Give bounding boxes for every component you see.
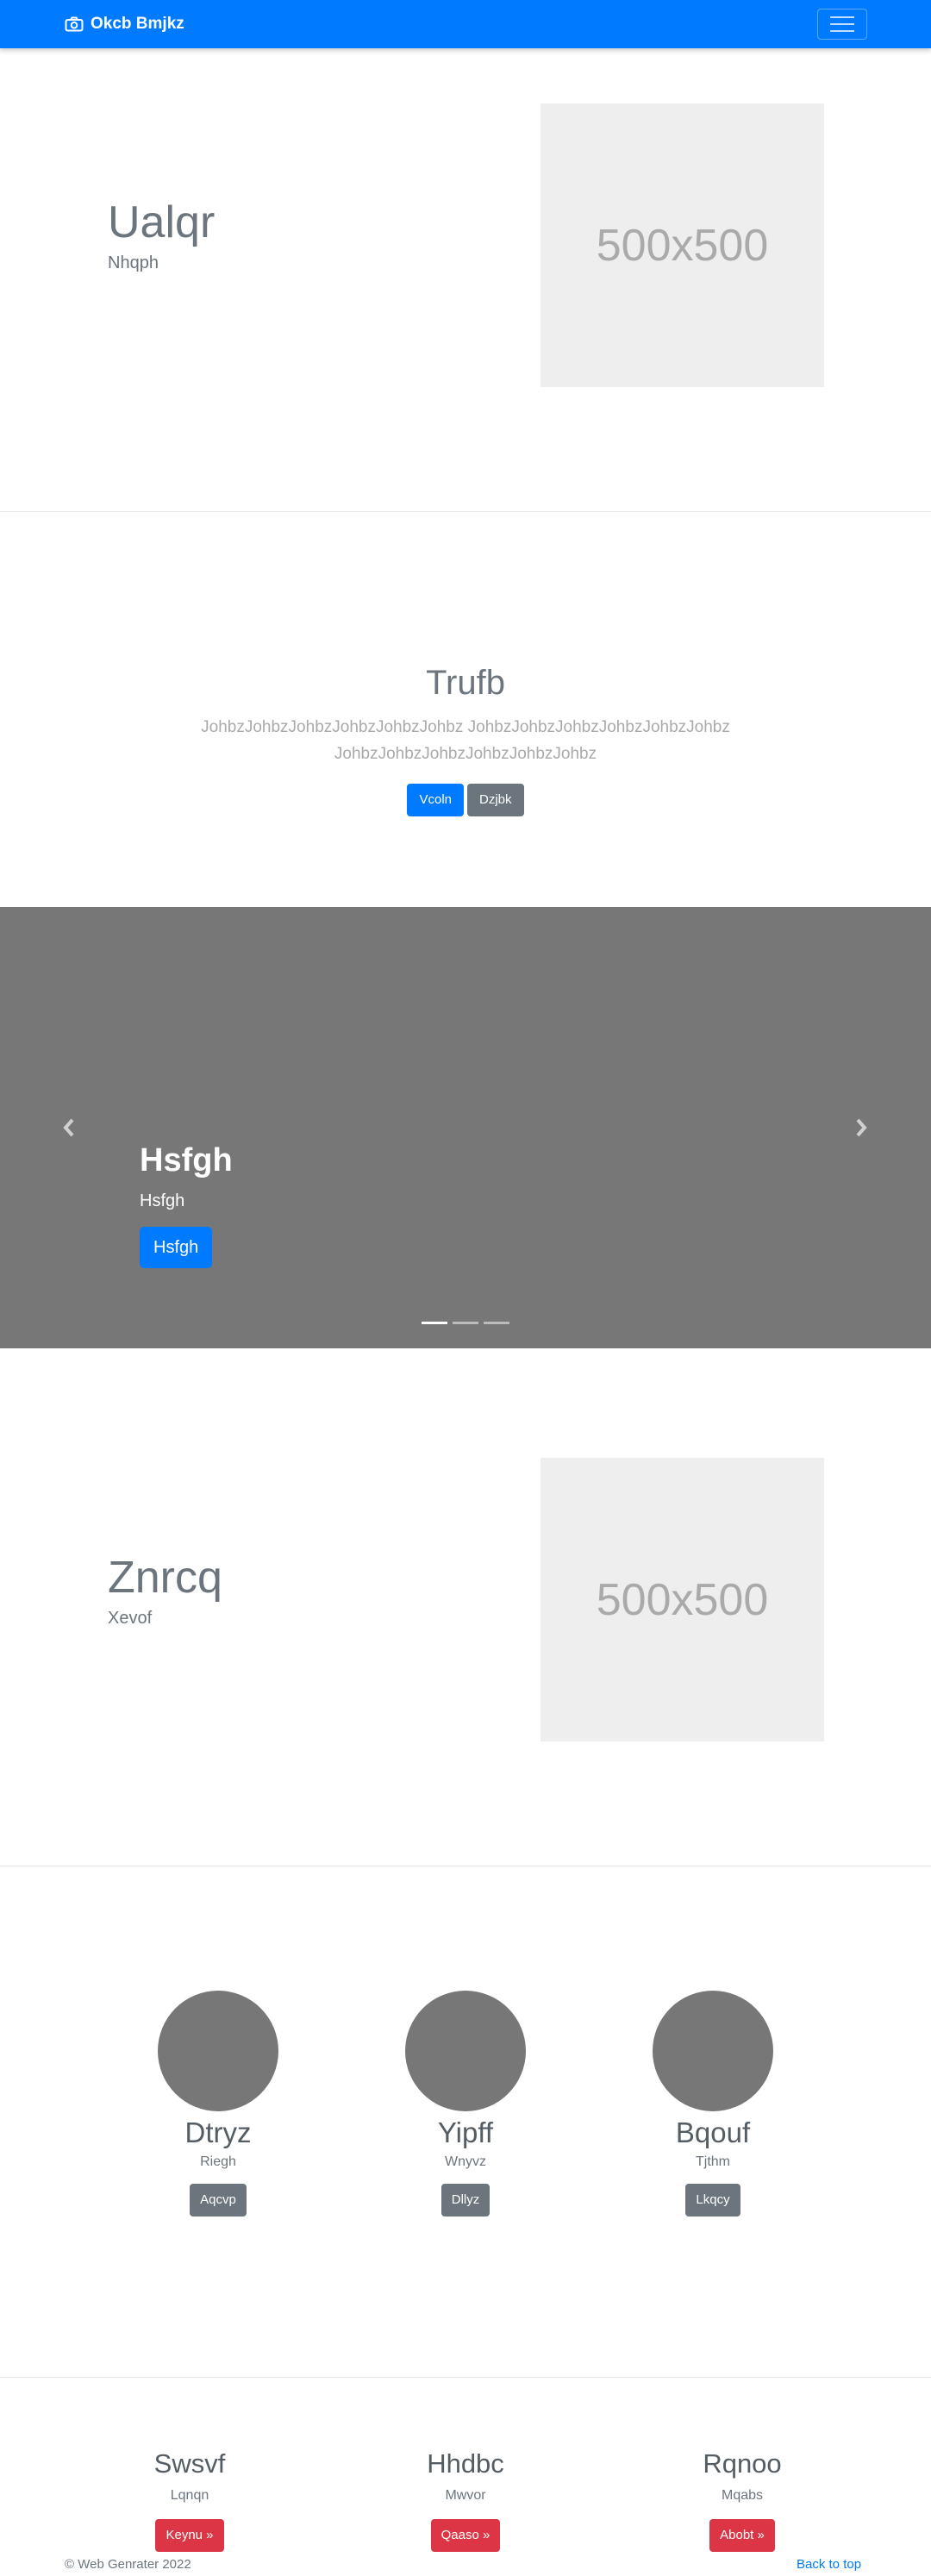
feature-section-2: Znrcq Xevof 500x500 <box>0 1348 931 1866</box>
carousel-indicator[interactable] <box>453 1322 478 1324</box>
column-card: Hhdbc Mwvor Qaaso » <box>379 2448 552 2552</box>
carousel: Hsfgh Hsfgh Hsfgh <box>0 907 931 1348</box>
feature-heading: Znrcq <box>108 1553 222 1603</box>
camera-icon <box>65 16 84 32</box>
brand-link[interactable]: Okcb Bmjkz <box>65 14 184 34</box>
avatar <box>653 1991 773 2111</box>
column-text: Lqnqn <box>170 2488 209 2503</box>
feature-subheading: Xevof <box>108 1609 153 1628</box>
column-title: Rqnoo <box>703 2448 782 2479</box>
column-text: Mqabs <box>721 2488 764 2503</box>
primary-button[interactable]: Vcoln <box>407 784 464 816</box>
hamburger-icon <box>830 16 854 18</box>
team-role: Tjthm <box>696 2154 730 2169</box>
back-to-top-link[interactable]: Back to top <box>797 2557 861 2572</box>
team-button[interactable]: Lkqcy <box>685 2184 740 2216</box>
brand-name: Okcb Bmjkz <box>91 15 184 33</box>
carousel-next-button[interactable] <box>844 1110 878 1145</box>
caption-title: Hsfgh <box>140 1142 233 1179</box>
column-title: Swsvf <box>153 2448 226 2479</box>
carousel-indicators <box>0 1322 931 1324</box>
team-name: Dtryz <box>184 2116 252 2148</box>
jumbotron-lead: JohbzJohbzJohbzJohbzJohbzJohbz JohbzJohb… <box>201 718 730 763</box>
team-button[interactable]: Aqcvp <box>190 2184 247 2216</box>
jumbotron-buttons: Vcoln Dzjbk <box>0 784 931 816</box>
team-role: Wnyvz <box>445 2154 486 2169</box>
carousel-caption: Hsfgh Hsfgh Hsfgh <box>140 1142 233 1268</box>
column-button[interactable]: Qaaso » <box>430 2519 501 2552</box>
team-name: Bqouf <box>675 2116 751 2148</box>
avatar <box>158 1991 278 2111</box>
column-card: Swsvf Lqnqn Keynu » <box>103 2448 276 2552</box>
placeholder-image: 500x500 <box>540 1458 824 1741</box>
column-text: Mwvor <box>445 2488 486 2503</box>
footer-copyright: © Web Genrater 2022 <box>65 2557 191 2572</box>
secondary-button[interactable]: Dzjbk <box>467 784 524 816</box>
navbar: Okcb Bmjkz <box>0 0 931 48</box>
feature-heading: Ualqr <box>108 197 216 247</box>
feature-section-1: Ualqr Nhqph 500x500 <box>0 48 931 512</box>
placeholder-image: 500x500 <box>540 103 824 387</box>
columns-section: Swsvf Lqnqn Keynu » Hhdbc Mwvor Qaaso » … <box>0 2378 931 2576</box>
team-card: Dtryz Riegh Aqcvp <box>132 1991 304 2216</box>
team-section: Dtryz Riegh Aqcvp Yipff Wnyvz Dllyz Bqou… <box>0 1866 931 2378</box>
team-card: Yipff Wnyvz Dllyz <box>379 1991 552 2216</box>
team-button[interactable]: Dllyz <box>441 2184 490 2216</box>
jumbotron-title: Trufb <box>426 664 505 702</box>
feature-subheading: Nhqph <box>108 253 159 272</box>
team-name: Yipff <box>437 2116 494 2148</box>
carousel-indicator[interactable] <box>484 1322 509 1324</box>
chevron-left-icon <box>63 1118 74 1137</box>
carousel-indicator[interactable] <box>422 1322 447 1324</box>
chevron-right-icon <box>856 1118 867 1137</box>
placeholder-label: 500x500 <box>596 220 769 271</box>
team-card: Bqouf Tjthm Lkqcy <box>627 1991 799 2216</box>
column-button[interactable]: Keynu » <box>155 2519 224 2552</box>
avatar <box>405 1991 526 2111</box>
carousel-prev-button[interactable] <box>52 1110 86 1145</box>
column-button[interactable]: Abobt » <box>709 2519 775 2552</box>
column-card: Rqnoo Mqabs Abobt » <box>656 2448 828 2552</box>
team-role: Riegh <box>200 2154 236 2169</box>
caption-text: Hsfgh <box>140 1191 185 1210</box>
caption-button[interactable]: Hsfgh <box>140 1226 213 1268</box>
column-title: Hhdbc <box>427 2448 504 2479</box>
jumbotron: Trufb JohbzJohbzJohbzJohbzJohbzJohbz Joh… <box>0 512 931 907</box>
placeholder-label: 500x500 <box>596 1574 769 1625</box>
navbar-toggler-button[interactable] <box>817 9 867 40</box>
